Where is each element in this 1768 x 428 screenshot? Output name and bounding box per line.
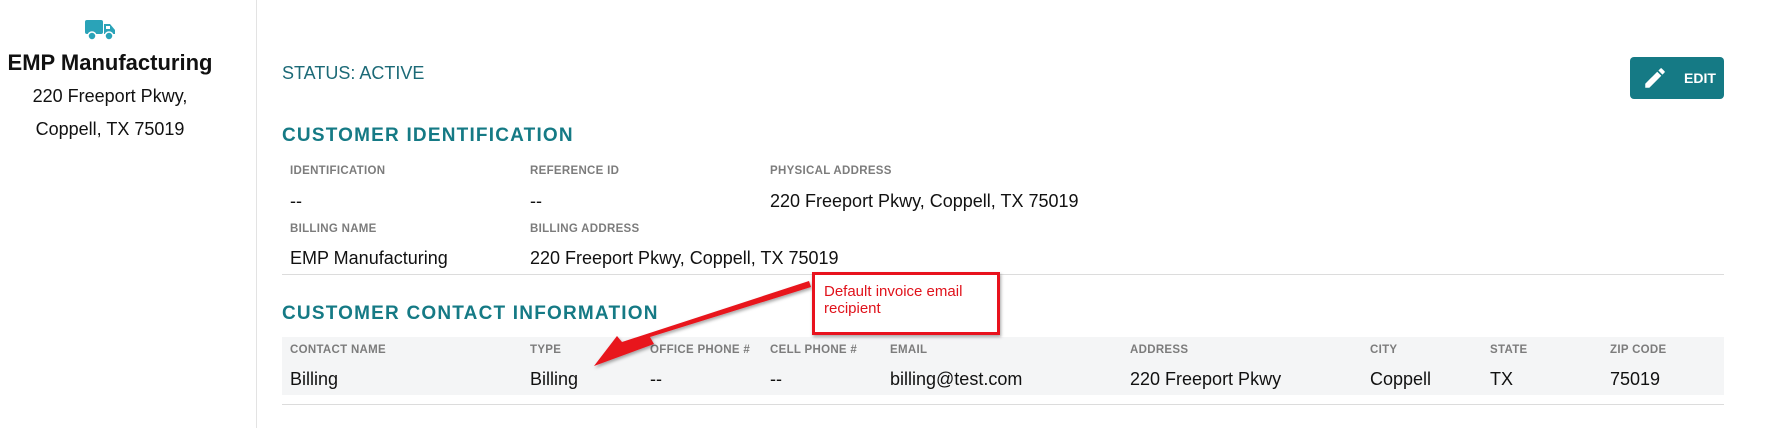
column-header-type: TYPE (530, 344, 562, 356)
pencil-icon (1645, 68, 1665, 88)
identification-label: IDENTIFICATION (290, 165, 386, 177)
annotation-text-line2: recipient (824, 300, 881, 317)
annotation-text-line1: Default invoice email (824, 283, 963, 300)
contact-type-cell: Billing (530, 369, 579, 389)
customer-sidebar: EMP Manufacturing 220 Freeport Pkwy, Cop… (0, 0, 257, 428)
section-title-contacts: CUSTOMER CONTACT INFORMATION (282, 303, 659, 324)
section-divider (282, 274, 1724, 275)
contact-city-cell: Coppell (1370, 369, 1432, 389)
truck-icon (85, 20, 115, 41)
status-label: STATUS: ACTIVE (282, 63, 425, 83)
column-header-contact-name: CONTACT NAME (290, 344, 387, 356)
physical-address-value: 220 Freeport Pkwy, Coppell, TX 75019 (770, 191, 1079, 211)
contact-name-cell: Billing (290, 369, 339, 389)
column-header-office-phone: OFFICE PHONE # (650, 344, 751, 356)
billing-name-label: BILLING NAME (290, 223, 377, 235)
edit-button-label: EDIT (1684, 70, 1716, 86)
edit-button[interactable]: EDIT (1630, 57, 1724, 99)
section-divider (282, 404, 1724, 405)
contact-cell-phone-cell: -- (770, 369, 782, 389)
contact-email-cell: billing@test.com (890, 369, 1023, 389)
section-title-identification: CUSTOMER IDENTIFICATION (282, 125, 574, 146)
column-header-cell-phone: CELL PHONE # (770, 344, 858, 356)
reference-id-label: REFERENCE ID (530, 165, 620, 177)
reference-id-value: -- (530, 191, 542, 211)
column-header-address: ADDRESS (1130, 344, 1189, 356)
column-header-email: EMAIL (890, 344, 928, 356)
contact-office-phone-cell: -- (650, 369, 662, 389)
customer-address-line1: 220 Freeport Pkwy, (32, 86, 188, 106)
column-header-zip-code: ZIP CODE (1610, 344, 1667, 356)
column-header-city: CITY (1370, 344, 1398, 356)
contact-address-cell: 220 Freeport Pkwy (1130, 369, 1282, 389)
customer-name: EMP Manufacturing (7, 50, 213, 75)
annotation-callout: Default invoice email recipient (812, 272, 1000, 335)
billing-address-value: 220 Freeport Pkwy, Coppell, TX 75019 (530, 248, 839, 268)
identification-value: -- (290, 191, 302, 211)
billing-address-label: BILLING ADDRESS (530, 223, 640, 235)
customer-address-line2: Coppell, TX 75019 (35, 119, 185, 139)
billing-name-value: EMP Manufacturing (290, 248, 448, 268)
physical-address-label: PHYSICAL ADDRESS (770, 165, 892, 177)
contact-state-cell: TX (1490, 369, 1514, 389)
contact-zip-code-cell: 75019 (1610, 369, 1661, 389)
column-header-state: STATE (1490, 344, 1528, 356)
